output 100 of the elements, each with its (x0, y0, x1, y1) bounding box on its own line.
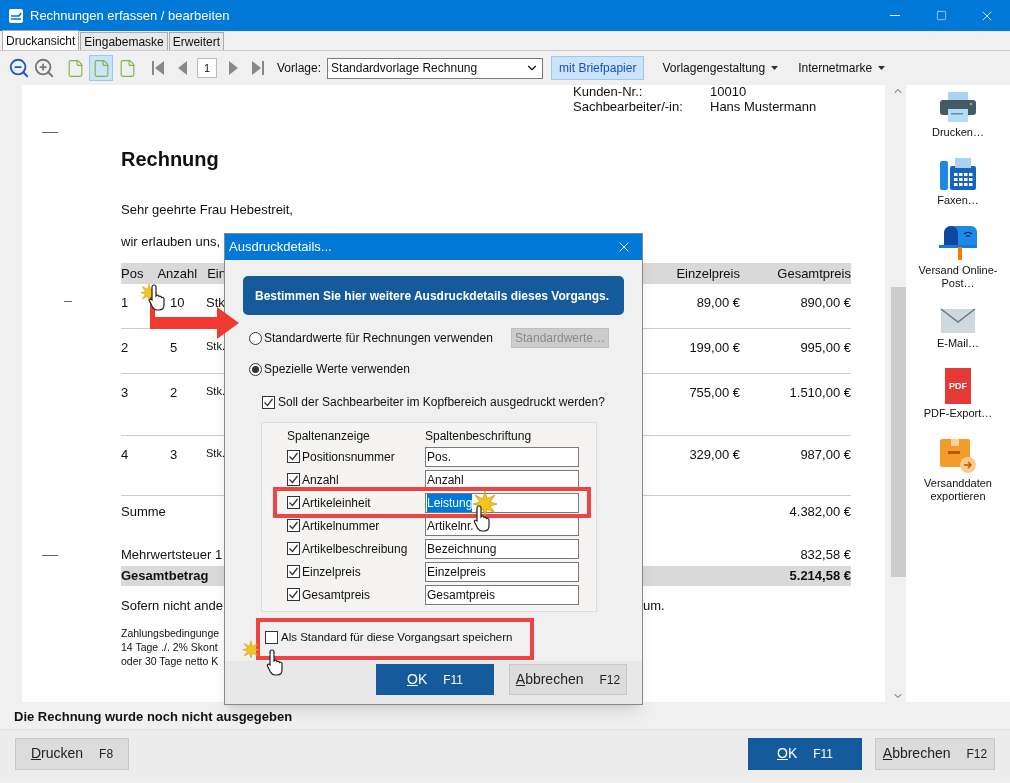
ok-button[interactable]: OK F11 (748, 737, 862, 770)
table-cell-text: 199,00 € (689, 339, 740, 357)
checkmark-icon (288, 451, 299, 462)
table-cell-text: 4 (121, 446, 129, 464)
table-cell-text: Stk. (206, 446, 225, 461)
column-header: Einzelpreis (676, 264, 740, 283)
tab[interactable]: Eingabemaske (80, 32, 168, 50)
page-number-field[interactable]: 1 (197, 58, 217, 78)
next-page-icon[interactable] (229, 60, 239, 76)
status-message: Die Rechnung wurde noch nicht ausgegeben (14, 708, 294, 726)
checkbox[interactable] (287, 496, 300, 509)
checkbox-label: Gesamtpreis (302, 586, 372, 604)
scrollbar-thumb[interactable] (890, 287, 906, 577)
ok-button[interactable]: OK F11 (376, 664, 494, 696)
caret-icon (771, 66, 779, 70)
letterhead-toggle[interactable]: mit Briefpapier (551, 56, 645, 80)
note-text: um. (643, 597, 665, 615)
checkbox-label: Anzahl (302, 471, 340, 489)
page-view-button[interactable] (89, 55, 113, 81)
menu-button[interactable]: Vorlagengestaltung (660, 59, 781, 77)
checkbox[interactable] (287, 588, 300, 601)
vat-label: Mehrwertsteuer 1 (121, 545, 223, 564)
column-header: Anzahl (157, 264, 198, 283)
sparkle-icon (242, 640, 260, 658)
payment-terms-line: 14 Tage ./. 2% Skont (121, 639, 218, 654)
menu-button[interactable]: Internetmarke (796, 59, 888, 77)
payment-terms-line: Zahlungsbedingunge (121, 625, 220, 640)
table-cell-text: 987,00 € (800, 446, 851, 464)
sidebar-action[interactable]: Versanddaten exportieren (918, 438, 998, 503)
total-label: Gesamtbetrag (121, 567, 209, 586)
checkmark-icon (288, 474, 299, 485)
field-value: Hans Mustermann (710, 99, 817, 114)
table-cell-text: Stk. (206, 339, 225, 354)
caption-field[interactable]: Leistung (425, 492, 579, 513)
table-cell-text: 2 (170, 384, 178, 402)
action-button[interactable]: Drucken F8 (15, 737, 129, 770)
checkbox[interactable] (287, 519, 300, 532)
caption-field[interactable]: Bezeichnung (425, 538, 579, 559)
table-cell-text: Stk. (206, 384, 225, 399)
last-page-icon[interactable] (251, 60, 265, 76)
sidebar-action[interactable]: E-Mail… (918, 308, 998, 350)
sidebar-action[interactable]: Versand Online-Post… (918, 225, 998, 290)
caption-field[interactable]: Einzelpreis (425, 561, 579, 582)
table-cell-text: 755,00 € (689, 384, 740, 402)
checkmark-icon (288, 497, 299, 508)
mailbox-icon (938, 225, 978, 261)
sidebar-action[interactable]: PDF PDF-Export… (918, 368, 998, 420)
zoom-in-icon[interactable] (33, 57, 55, 79)
table-cell-text: 2 (121, 339, 129, 357)
checkbox[interactable] (287, 565, 300, 578)
sidebar-action[interactable]: Drucken… (918, 91, 998, 139)
field-value: 10010 (710, 84, 748, 99)
zoom-out-icon[interactable] (8, 57, 30, 79)
field-label: Kunden-Nr.: (573, 84, 644, 99)
column-header: Pos (121, 264, 144, 283)
document-heading: Rechnung (121, 147, 219, 172)
tab[interactable]: Erweitert (168, 32, 225, 50)
radio-button[interactable] (249, 362, 262, 376)
column-header: Gesamtpreis (777, 264, 851, 283)
checkmark-icon (263, 396, 274, 408)
action-button[interactable]: Abbrechen F12 (875, 737, 995, 770)
payment-terms-line: oder 30 Tage netto K (121, 653, 219, 668)
caret-icon (878, 66, 886, 70)
fax-icon (939, 157, 977, 191)
radio-label: Spezielle Werte verwenden (264, 361, 411, 378)
radio-button[interactable] (249, 331, 262, 345)
checkmark-icon (288, 543, 299, 554)
table-cell-text: Stk (206, 294, 225, 312)
first-page-icon[interactable] (151, 60, 165, 76)
checkbox[interactable] (287, 473, 300, 486)
column-header: Spaltenanzeige (287, 428, 371, 445)
checkbox[interactable] (262, 395, 275, 409)
table-cell-text: 3 (121, 384, 129, 402)
action-button[interactable]: Abbrechen F12 (509, 664, 627, 696)
checkbox[interactable] (287, 450, 300, 463)
caption-field[interactable]: Pos. (425, 446, 579, 467)
total-value: 5.214,58 € (789, 567, 851, 586)
previous-page-icon[interactable] (177, 60, 187, 76)
sidebar-action[interactable]: Faxen… (918, 157, 998, 207)
greeting-text: Sehr geehrte Frau Hebestreit, (121, 201, 293, 219)
envelope-icon (940, 308, 976, 334)
caption-field[interactable]: Gesamtpreis (425, 584, 579, 605)
checkbox[interactable] (265, 631, 278, 645)
checkbox[interactable] (287, 542, 300, 555)
checkbox-label: Artikeleinheit (302, 494, 372, 512)
table-cell-text: 1.510,00 € (789, 384, 851, 402)
caption-field[interactable]: Anzahl (425, 469, 579, 490)
table-cell-text: 89,00 € (696, 294, 740, 312)
template-dropdown[interactable]: Standardvorlage Rechnung (327, 57, 544, 79)
window-title: Rechnungen erfassen / bearbeiten (30, 6, 230, 25)
checkbox-label: Soll der Sachbearbeiter im Kopfbereich ausgedruckt werden? (278, 394, 605, 411)
package-icon (939, 438, 977, 474)
table-cell-text: 1 (121, 294, 129, 312)
tab[interactable]: Druckansicht (2, 30, 80, 50)
sparkle-icon (472, 490, 498, 516)
checkbox-label: Artikelbeschreibung (302, 540, 409, 558)
column-header: Spaltenbeschriftung (425, 428, 533, 445)
table-cell-text: 329,00 € (689, 446, 740, 464)
note-text: Sofern nicht ande (121, 597, 223, 615)
field-label: Sachbearbeiter/-in: (573, 99, 684, 114)
